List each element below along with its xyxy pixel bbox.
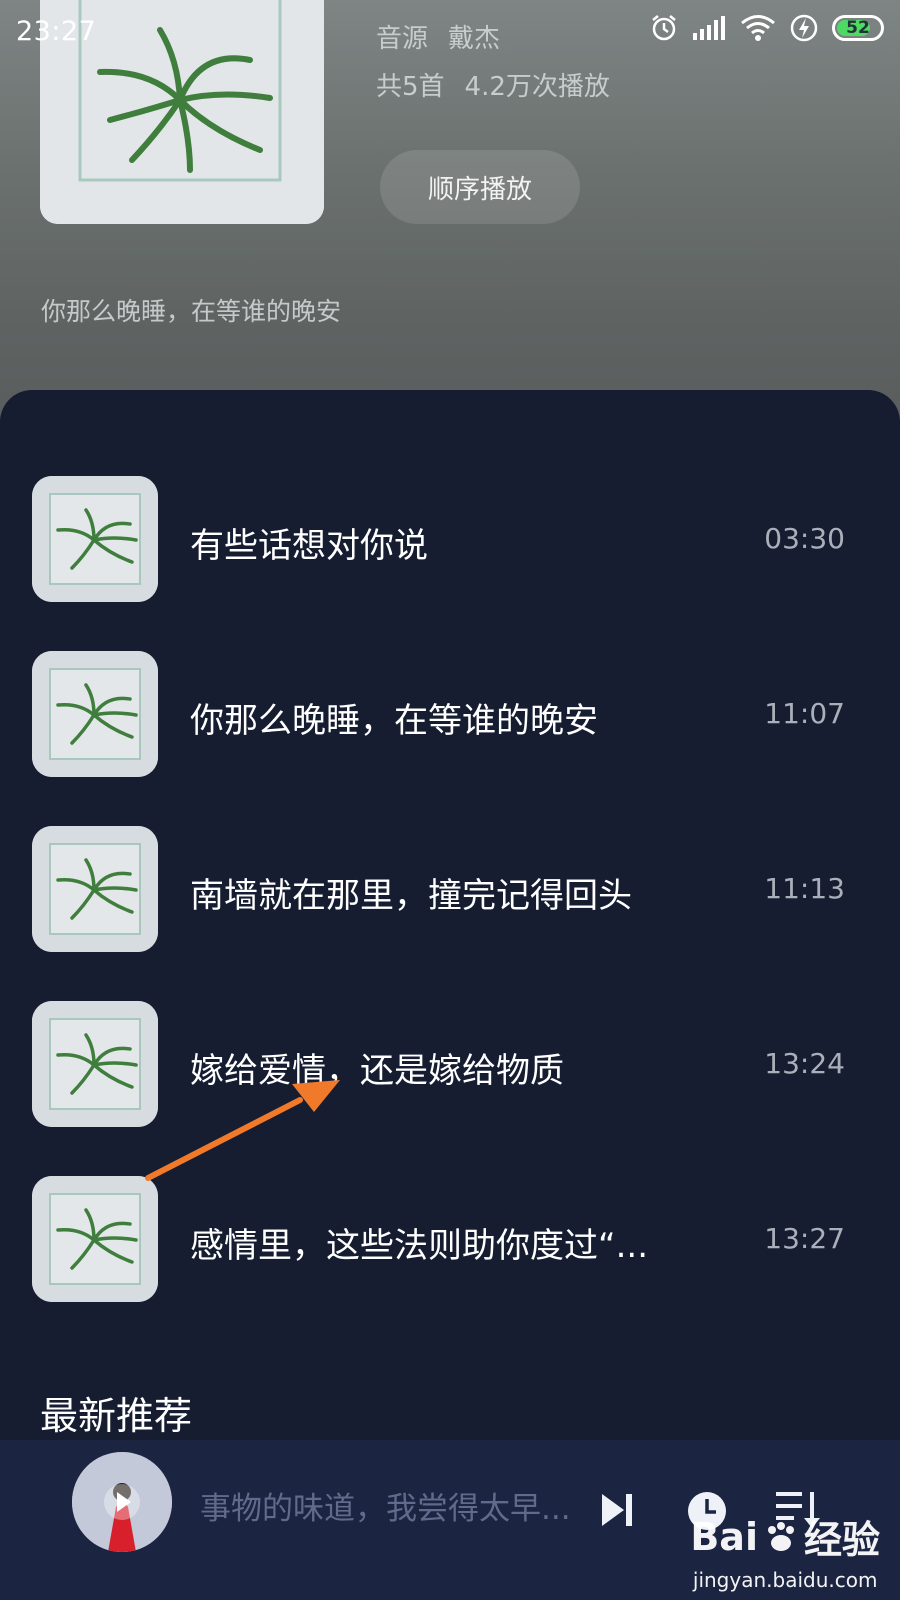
track-count: 共5首 — [376, 72, 445, 102]
track-cover[interactable] — [32, 1176, 158, 1302]
track-row[interactable]: 你那么晚睡，在等谁的晚安 11:07 — [0, 651, 900, 777]
track-row[interactable]: 南墙就在那里，撞完记得回头 11:13 — [0, 826, 900, 952]
status-time: 23:27 — [16, 16, 97, 47]
watermark-url: jingyan.baidu.com — [692, 1568, 878, 1592]
track-cover[interactable] — [32, 826, 158, 952]
wifi-icon — [741, 15, 775, 41]
play-order-button[interactable]: 顺序播放 — [380, 150, 580, 224]
track-row[interactable]: 有些话想对你说 03:30 — [0, 476, 900, 602]
watermark-brand: Bai — [690, 1514, 758, 1559]
status-icons: 52 — [650, 14, 884, 42]
track-duration: 11:07 — [764, 697, 845, 730]
track-title[interactable]: 你那么晚睡，在等谁的晚安 — [190, 693, 598, 742]
album-subtitle: 你那么晚睡，在等谁的晚安 — [41, 297, 342, 326]
play-count: 4.2万次播放 — [464, 72, 610, 102]
track-row[interactable]: 感情里，这些法则助你度过“... 13:27 — [0, 1176, 900, 1302]
track-title[interactable]: 嫁给爱情，还是嫁给物质 — [190, 1043, 564, 1092]
battery-indicator: 52 — [832, 15, 884, 41]
next-track-icon[interactable] — [598, 1492, 634, 1528]
baidu-jingyan-watermark: Bai 经验 jingyan.baidu.com — [690, 1509, 880, 1593]
signal-icon — [693, 16, 725, 40]
charging-icon — [790, 14, 818, 42]
section-title-latest: 最新推荐 — [40, 1394, 193, 1438]
track-duration: 13:27 — [764, 1222, 845, 1255]
now-playing-title[interactable]: 事物的味道，我尝得太早... — [200, 1483, 571, 1528]
watermark-brand-2: 经验 — [803, 1518, 880, 1562]
track-title[interactable]: 感情里，这些法则助你度过“... — [190, 1218, 648, 1267]
track-title[interactable]: 南墙就在那里，撞完记得回头 — [190, 868, 632, 917]
mini-player[interactable]: 事物的味道，我尝得太早... Bai 经验 jingyan.baidu.com — [0, 1440, 900, 1600]
paw-icon — [767, 1521, 794, 1551]
track-duration: 03:30 — [764, 522, 845, 555]
track-duration: 11:13 — [764, 872, 845, 905]
battery-level: 52 — [846, 18, 870, 38]
album-header: 音源 戴杰 共5首 4.2万次播放 顺序播放 你那么晚睡，在等谁的晚安 23:27 — [0, 0, 900, 420]
status-bar: 23:27 52 — [0, 0, 900, 64]
track-title[interactable]: 有些话想对你说 — [190, 518, 428, 567]
track-row[interactable]: 嫁给爱情，还是嫁给物质 13:24 — [0, 1001, 900, 1127]
now-playing-cover[interactable] — [72, 1452, 172, 1552]
alarm-icon — [652, 15, 676, 41]
track-cover[interactable] — [32, 476, 158, 602]
track-cover[interactable] — [32, 651, 158, 777]
track-cover[interactable] — [32, 1001, 158, 1127]
album-stats: 共5首 4.2万次播放 — [376, 66, 610, 103]
track-duration: 13:24 — [764, 1047, 845, 1080]
